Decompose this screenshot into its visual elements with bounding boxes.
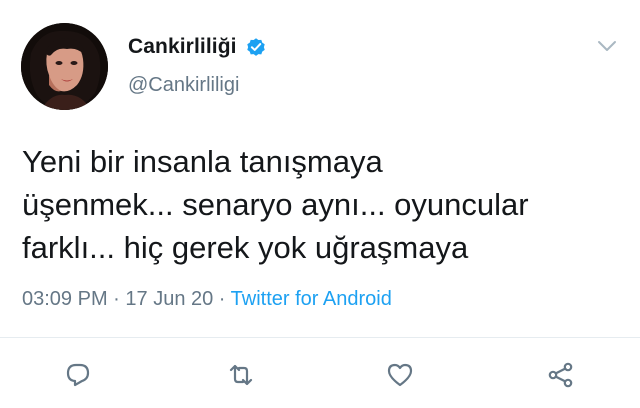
meta-separator: · [213,288,231,310]
action-bar [0,360,640,390]
share-icon [548,362,573,388]
verified-badge-icon [246,38,265,56]
meta-separator: · [107,288,126,310]
avatar[interactable] [21,23,108,110]
author-display-name[interactable]: Cankirliliği [128,35,237,59]
tweet-source-link[interactable]: Twitter for Android [231,288,392,310]
tweet-time[interactable]: 03:09 PM [22,288,108,310]
profile-avatar-image [21,23,108,110]
reply-button[interactable] [63,360,93,390]
heart-icon [387,363,413,387]
tweet-text: Yeni bir insanla tanışmaya üşenmek... se… [22,140,622,269]
tweet-meta: 03:09 PM · 17 Jun 20 · Twitter for Andro… [22,288,392,311]
tweet-card: Cankirliliği @Cankirliligi Yeni bir insa… [0,0,640,408]
retweet-icon [229,364,253,386]
tweet-date[interactable]: 17 Jun 20 [125,288,213,310]
share-button[interactable] [546,360,576,390]
author-handle[interactable]: @Cankirliligi [128,74,239,97]
chevron-down-icon[interactable] [596,38,618,54]
divider [0,337,640,338]
tweet-text-line: Yeni bir insanla tanışmaya [22,144,383,179]
tweet-text-line: üşenmek... senaryo aynı... oyuncular [22,187,529,222]
like-button[interactable] [385,360,415,390]
reply-icon [66,363,90,387]
retweet-button[interactable] [226,360,256,390]
tweet-text-line: farklı... hiç gerek yok uğraşmaya [22,230,469,265]
author-name-row: Cankirliliği [128,35,267,59]
